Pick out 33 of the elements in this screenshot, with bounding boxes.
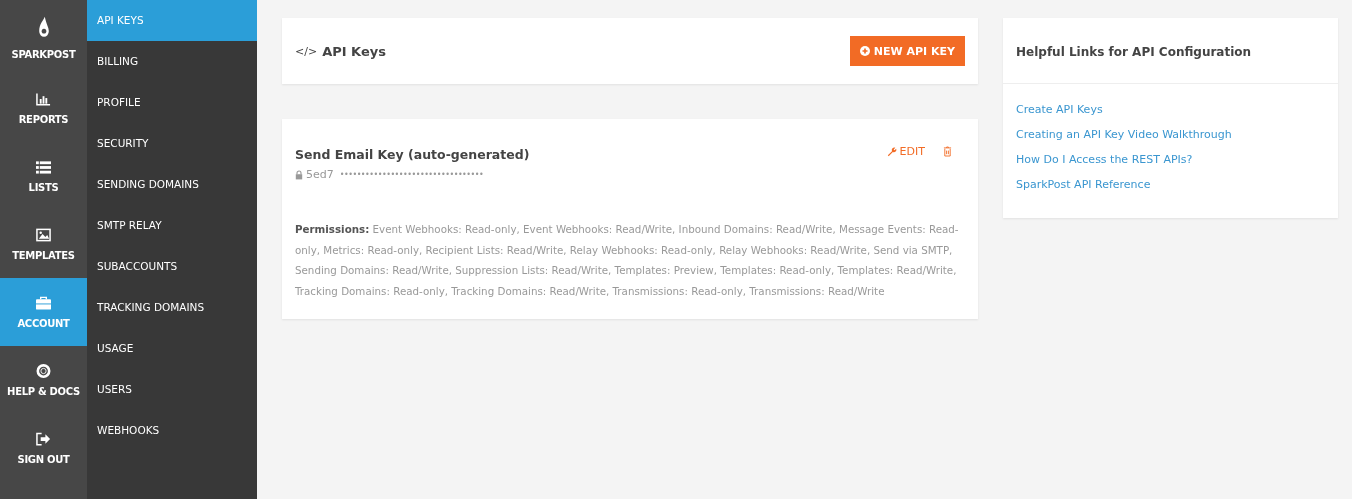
key-prefix: 5ed7	[306, 168, 334, 181]
briefcase-icon	[36, 295, 51, 310]
sub-nav-item[interactable]: TRACKING DOMAINS	[87, 287, 257, 328]
sign-out-icon	[36, 431, 51, 446]
key-mask: ••••••••••••••••••••••••••••••••••	[339, 170, 484, 179]
sub-nav-item[interactable]: SMTP RELAY	[87, 205, 257, 246]
links-title: Helpful Links for API Configuration	[1003, 18, 1338, 84]
lock-icon	[295, 169, 303, 180]
nav-item[interactable]: TEMPLATES	[0, 210, 87, 278]
wrench-icon	[886, 146, 897, 157]
nav-item[interactable]: LISTS	[0, 142, 87, 210]
nav-item[interactable]: SIGN OUT	[0, 414, 87, 482]
image-icon	[36, 227, 51, 242]
nav-item[interactable]: SPARKPOST	[0, 0, 87, 74]
sub-nav-item[interactable]: BILLING	[87, 41, 257, 82]
bar-chart-icon	[36, 91, 51, 106]
sub-nav-item[interactable]: SECURITY	[87, 123, 257, 164]
sub-nav-item[interactable]: PROFILE	[87, 82, 257, 123]
sub-nav-item[interactable]: WEBHOOKS	[87, 410, 257, 451]
permissions-text: Permissions: Event Webhooks: Read-only, Event Webhooks: Read/Write, Inbound Domains: Read/Write, Message Events: Read-only, Metrics: Read-only, Recipient Lists: Read/Write, Relay Webhooks: Read-only, Relay Webhooks: Read/Write, Send via SMTP, Sending Domains: Read/Write, Suppression Lists: Read/Write, Templates: Preview, Templates: Read-only, Templates: Read/Write, Tracking Domains: Read-only, Tracking Domains: Read/Write, Transmissions: Read-only, Transmissions: Read/Write	[295, 222, 960, 299]
nav-item[interactable]: REPORTS	[0, 74, 87, 142]
sub-nav-item[interactable]: USAGE	[87, 328, 257, 369]
key-title: Send Email Key (auto-generated)	[295, 147, 531, 162]
page-title: API Keys	[322, 43, 387, 59]
code-icon: </>	[295, 44, 318, 58]
nav-item[interactable]: HELP & DOCS	[0, 346, 87, 414]
plus-circle-icon	[859, 46, 870, 56]
sub-nav-item[interactable]: SENDING DOMAINS	[87, 164, 257, 205]
sub-nav-item[interactable]: SUBACCOUNTS	[87, 246, 257, 287]
lifebuoy-icon	[36, 363, 51, 378]
sub-nav-item[interactable]: USERS	[87, 369, 257, 410]
list-icon	[36, 159, 51, 174]
trash-icon[interactable]	[943, 146, 952, 157]
